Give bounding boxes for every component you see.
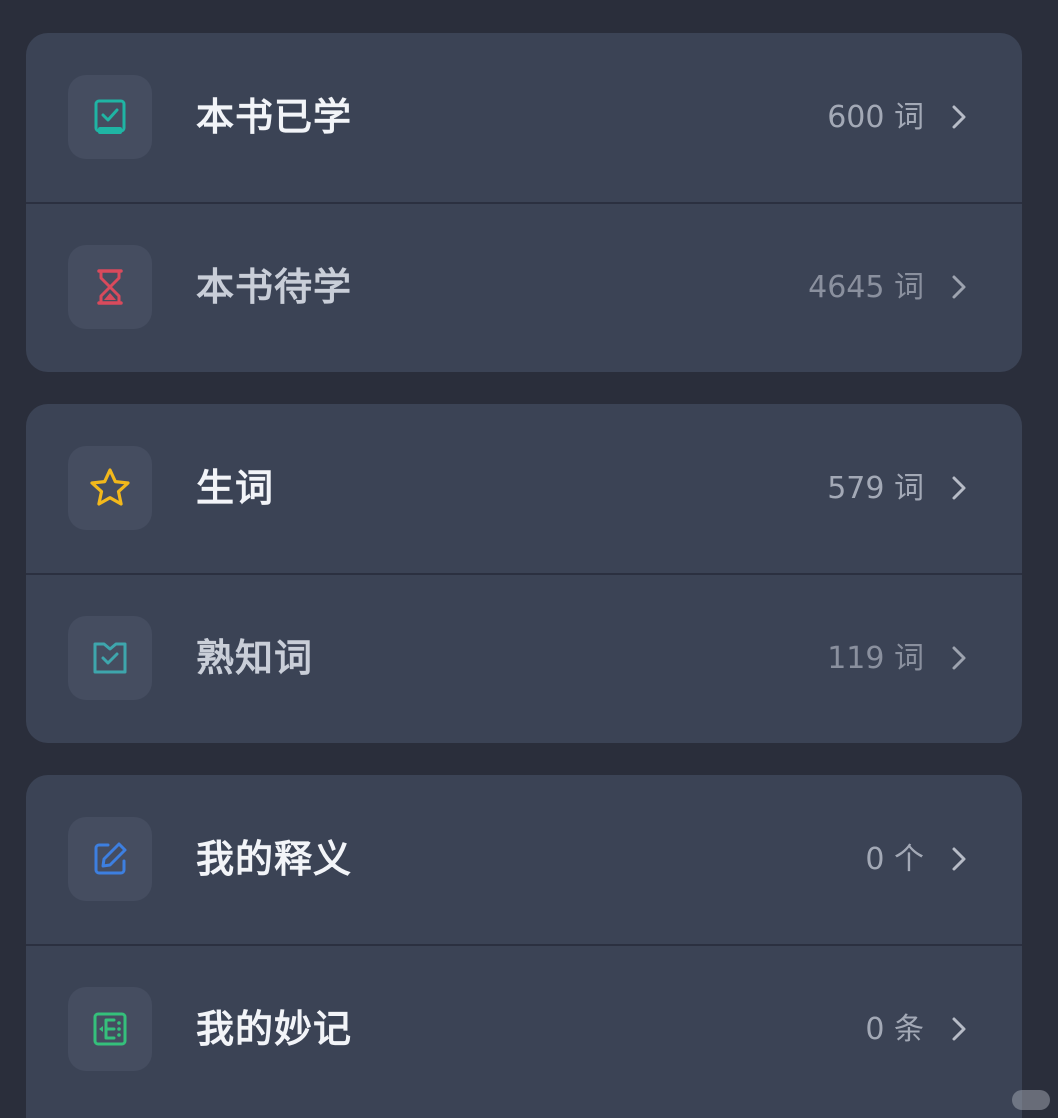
- chevron-right-icon: [952, 275, 966, 299]
- row-known-words[interactable]: 熟知词 119 词: [26, 573, 1022, 743]
- chevron-right-icon: [952, 1017, 966, 1041]
- row-book-pending[interactable]: 本书待学 4645 词: [26, 202, 1022, 372]
- chevron-right-icon: [952, 476, 966, 500]
- word-list-screen: 本书已学 600 词 本书待学 4645 词 生词 579 词 熟知词 119 …: [0, 0, 1058, 1118]
- note-icon: [93, 1012, 127, 1046]
- icon-tile: [68, 817, 152, 901]
- row-count: 0 条: [865, 1012, 924, 1047]
- row-count: 4645 词: [808, 270, 924, 305]
- vocabulary-card: 生词 579 词 熟知词 119 词: [26, 404, 1022, 743]
- row-label: 熟知词: [196, 636, 314, 680]
- my-notes-card: 我的释义 0 个 我的妙记 0 条: [26, 775, 1022, 1118]
- hourglass-icon: [97, 269, 123, 305]
- edit-icon: [94, 842, 127, 875]
- row-label: 我的妙记: [196, 1007, 353, 1051]
- row-count: 0 个: [865, 842, 924, 877]
- row-count: 579 词: [827, 471, 924, 506]
- icon-tile: [68, 75, 152, 159]
- icon-tile: [68, 987, 152, 1071]
- chevron-right-icon: [952, 646, 966, 670]
- icon-tile: [68, 446, 152, 530]
- icon-tile: [68, 616, 152, 700]
- row-my-notes[interactable]: 我的妙记 0 条: [26, 944, 1022, 1114]
- watermark-logo: [1012, 1090, 1050, 1110]
- known-check-icon: [93, 642, 127, 674]
- row-label: 本书已学: [196, 95, 353, 139]
- row-count: 119 词: [827, 641, 924, 676]
- book-check-icon: [94, 99, 126, 134]
- row-label: 本书待学: [196, 265, 353, 309]
- row-label: 我的释义: [196, 837, 353, 881]
- row-count: 600 词: [827, 100, 924, 135]
- row-my-definitions[interactable]: 我的释义 0 个: [26, 775, 1022, 944]
- row-label: 生词: [196, 466, 275, 510]
- star-icon: [90, 468, 130, 506]
- chevron-right-icon: [952, 847, 966, 871]
- row-new-words[interactable]: 生词 579 词: [26, 404, 1022, 573]
- row-book-learned[interactable]: 本书已学 600 词: [26, 33, 1022, 202]
- chevron-right-icon: [952, 105, 966, 129]
- icon-tile: [68, 245, 152, 329]
- learning-progress-card: 本书已学 600 词 本书待学 4645 词: [26, 33, 1022, 372]
